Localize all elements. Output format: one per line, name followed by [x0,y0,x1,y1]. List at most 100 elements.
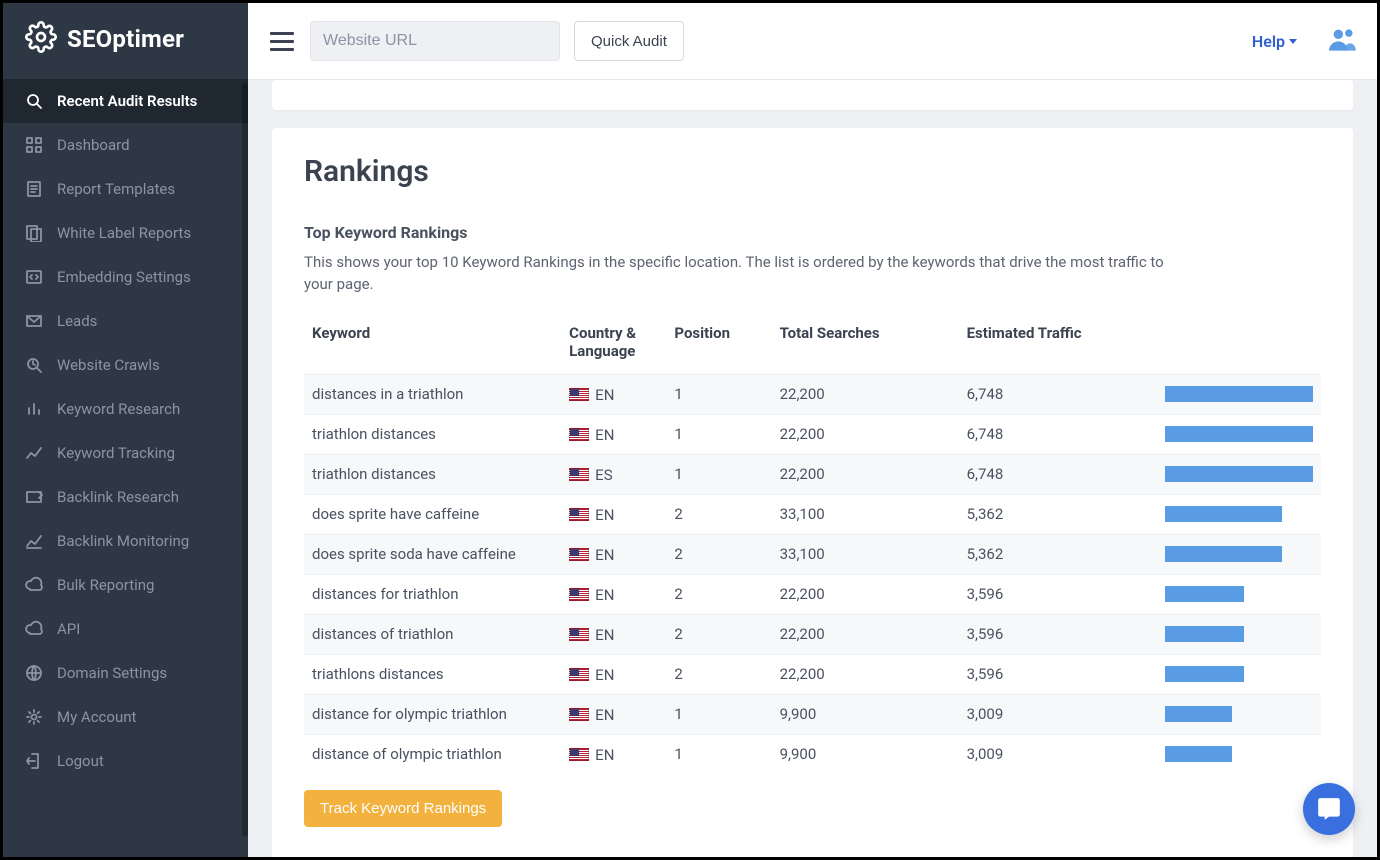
traffic-bar [1165,386,1313,402]
cell-keyword: distances for triathlon [304,574,561,614]
cell-country-lang: EN [561,374,666,414]
sidebar-item-api[interactable]: API [3,607,248,651]
cell-country-lang: EN [561,614,666,654]
sidebar-item-report-templates[interactable]: Report Templates [3,167,248,211]
help-dropdown[interactable]: Help [1252,32,1297,51]
cell-position: 1 [666,454,771,494]
nav-list: Recent Audit ResultsDashboardReport Temp… [3,79,248,783]
cell-traffic-bar [1157,574,1321,614]
users-icon[interactable] [1329,27,1357,55]
sidebar-item-leads[interactable]: Leads [3,299,248,343]
cell-keyword: triathlon distances [304,414,561,454]
track-keyword-rankings-button[interactable]: Track Keyword Rankings [304,790,502,827]
table-row: distances of triathlonEN222,2003,596 [304,614,1321,654]
cell-traffic: 6,748 [959,414,1158,454]
cell-keyword: does sprite soda have caffeine [304,534,561,574]
table-row: distances for triathlonEN222,2003,596 [304,574,1321,614]
sidebar-item-label: Domain Settings [57,664,167,682]
table-row: does sprite soda have caffeineEN233,1005… [304,534,1321,574]
website-url-input[interactable] [310,21,560,61]
sidebar-item-recent-audit-results[interactable]: Recent Audit Results [3,79,248,123]
cell-traffic: 3,596 [959,654,1158,694]
mail-icon [25,312,43,330]
col-est-traffic: Estimated Traffic [959,314,1158,375]
sidebar-item-domain-settings[interactable]: Domain Settings [3,651,248,695]
us-flag-icon [569,468,589,481]
cell-keyword: triathlon distances [304,454,561,494]
whitelabel-icon [25,224,43,242]
brand-name: SEOptimer [67,25,184,53]
help-label: Help [1252,32,1285,51]
content-scroll[interactable]: Rankings Top Keyword Rankings This shows… [248,80,1377,857]
sidebar-item-keyword-research[interactable]: Keyword Research [3,387,248,431]
cell-language: EN [595,426,614,444]
brand-logo[interactable]: SEOptimer [3,3,248,79]
cell-keyword: distances of triathlon [304,614,561,654]
cell-traffic: 6,748 [959,454,1158,494]
sidebar-scrollbar[interactable] [242,83,248,837]
us-flag-icon [569,588,589,601]
globe-icon [25,664,43,682]
menu-toggle-icon[interactable] [268,27,296,55]
us-flag-icon [569,428,589,441]
traffic-bar [1165,666,1243,682]
section-title: Top Keyword Rankings [304,223,1321,242]
us-flag-icon [569,508,589,521]
us-flag-icon [569,548,589,561]
cell-country-lang: EN [561,574,666,614]
sidebar-item-embedding-settings[interactable]: Embedding Settings [3,255,248,299]
table-row: distance for olympic triathlonEN19,9003,… [304,694,1321,734]
cell-keyword: distances in a triathlon [304,374,561,414]
cell-searches: 33,100 [772,534,959,574]
sidebar-item-my-account[interactable]: My Account [3,695,248,739]
sidebar-item-label: My Account [57,708,136,726]
sidebar-item-website-crawls[interactable]: Website Crawls [3,343,248,387]
page-title: Rankings [304,154,1321,189]
cell-position: 1 [666,694,771,734]
cell-traffic: 3,596 [959,574,1158,614]
sidebar-item-logout[interactable]: Logout [3,739,248,783]
section-description: This shows your top 10 Keyword Rankings … [304,252,1164,296]
cell-position: 2 [666,614,771,654]
cell-language: EN [595,746,614,764]
sidebar-item-keyword-tracking[interactable]: Keyword Tracking [3,431,248,475]
traffic-bar [1165,506,1282,522]
sidebar-item-dashboard[interactable]: Dashboard [3,123,248,167]
cell-position: 2 [666,654,771,694]
cell-position: 1 [666,374,771,414]
cell-traffic: 3,009 [959,734,1158,774]
topbar: Quick Audit Help [248,3,1377,80]
cell-traffic: 5,362 [959,494,1158,534]
sidebar-item-bulk-reporting[interactable]: Bulk Reporting [3,563,248,607]
cell-traffic-bar [1157,374,1321,414]
table-row: triathlons distancesEN222,2003,596 [304,654,1321,694]
sidebar-item-white-label-reports[interactable]: White Label Reports [3,211,248,255]
cell-traffic-bar [1157,454,1321,494]
cell-language: EN [595,506,614,524]
table-row: triathlon distancesES122,2006,748 [304,454,1321,494]
cell-language: EN [595,586,614,604]
cell-country-lang: EN [561,654,666,694]
cell-position: 2 [666,574,771,614]
sidebar-item-backlink-research[interactable]: Backlink Research [3,475,248,519]
col-country-lang: Country & Language [561,314,666,375]
quick-audit-button[interactable]: Quick Audit [574,21,684,61]
traffic-bar [1165,586,1243,602]
col-keyword: Keyword [304,314,561,375]
cell-traffic-bar [1157,534,1321,574]
cell-country-lang: EN [561,534,666,574]
cell-traffic-bar [1157,494,1321,534]
cell-country-lang: EN [561,414,666,454]
cell-keyword: distance for olympic triathlon [304,694,561,734]
embed-icon [25,268,43,286]
us-flag-icon [569,388,589,401]
cell-traffic-bar [1157,694,1321,734]
sidebar-item-label: Bulk Reporting [57,576,154,594]
cell-traffic: 3,596 [959,614,1158,654]
col-position: Position [666,314,771,375]
dashboard-icon [25,136,43,154]
link-icon [25,488,43,506]
sidebar-item-backlink-monitoring[interactable]: Backlink Monitoring [3,519,248,563]
chat-fab-icon[interactable] [1303,783,1355,835]
table-row: does sprite have caffeineEN233,1005,362 [304,494,1321,534]
